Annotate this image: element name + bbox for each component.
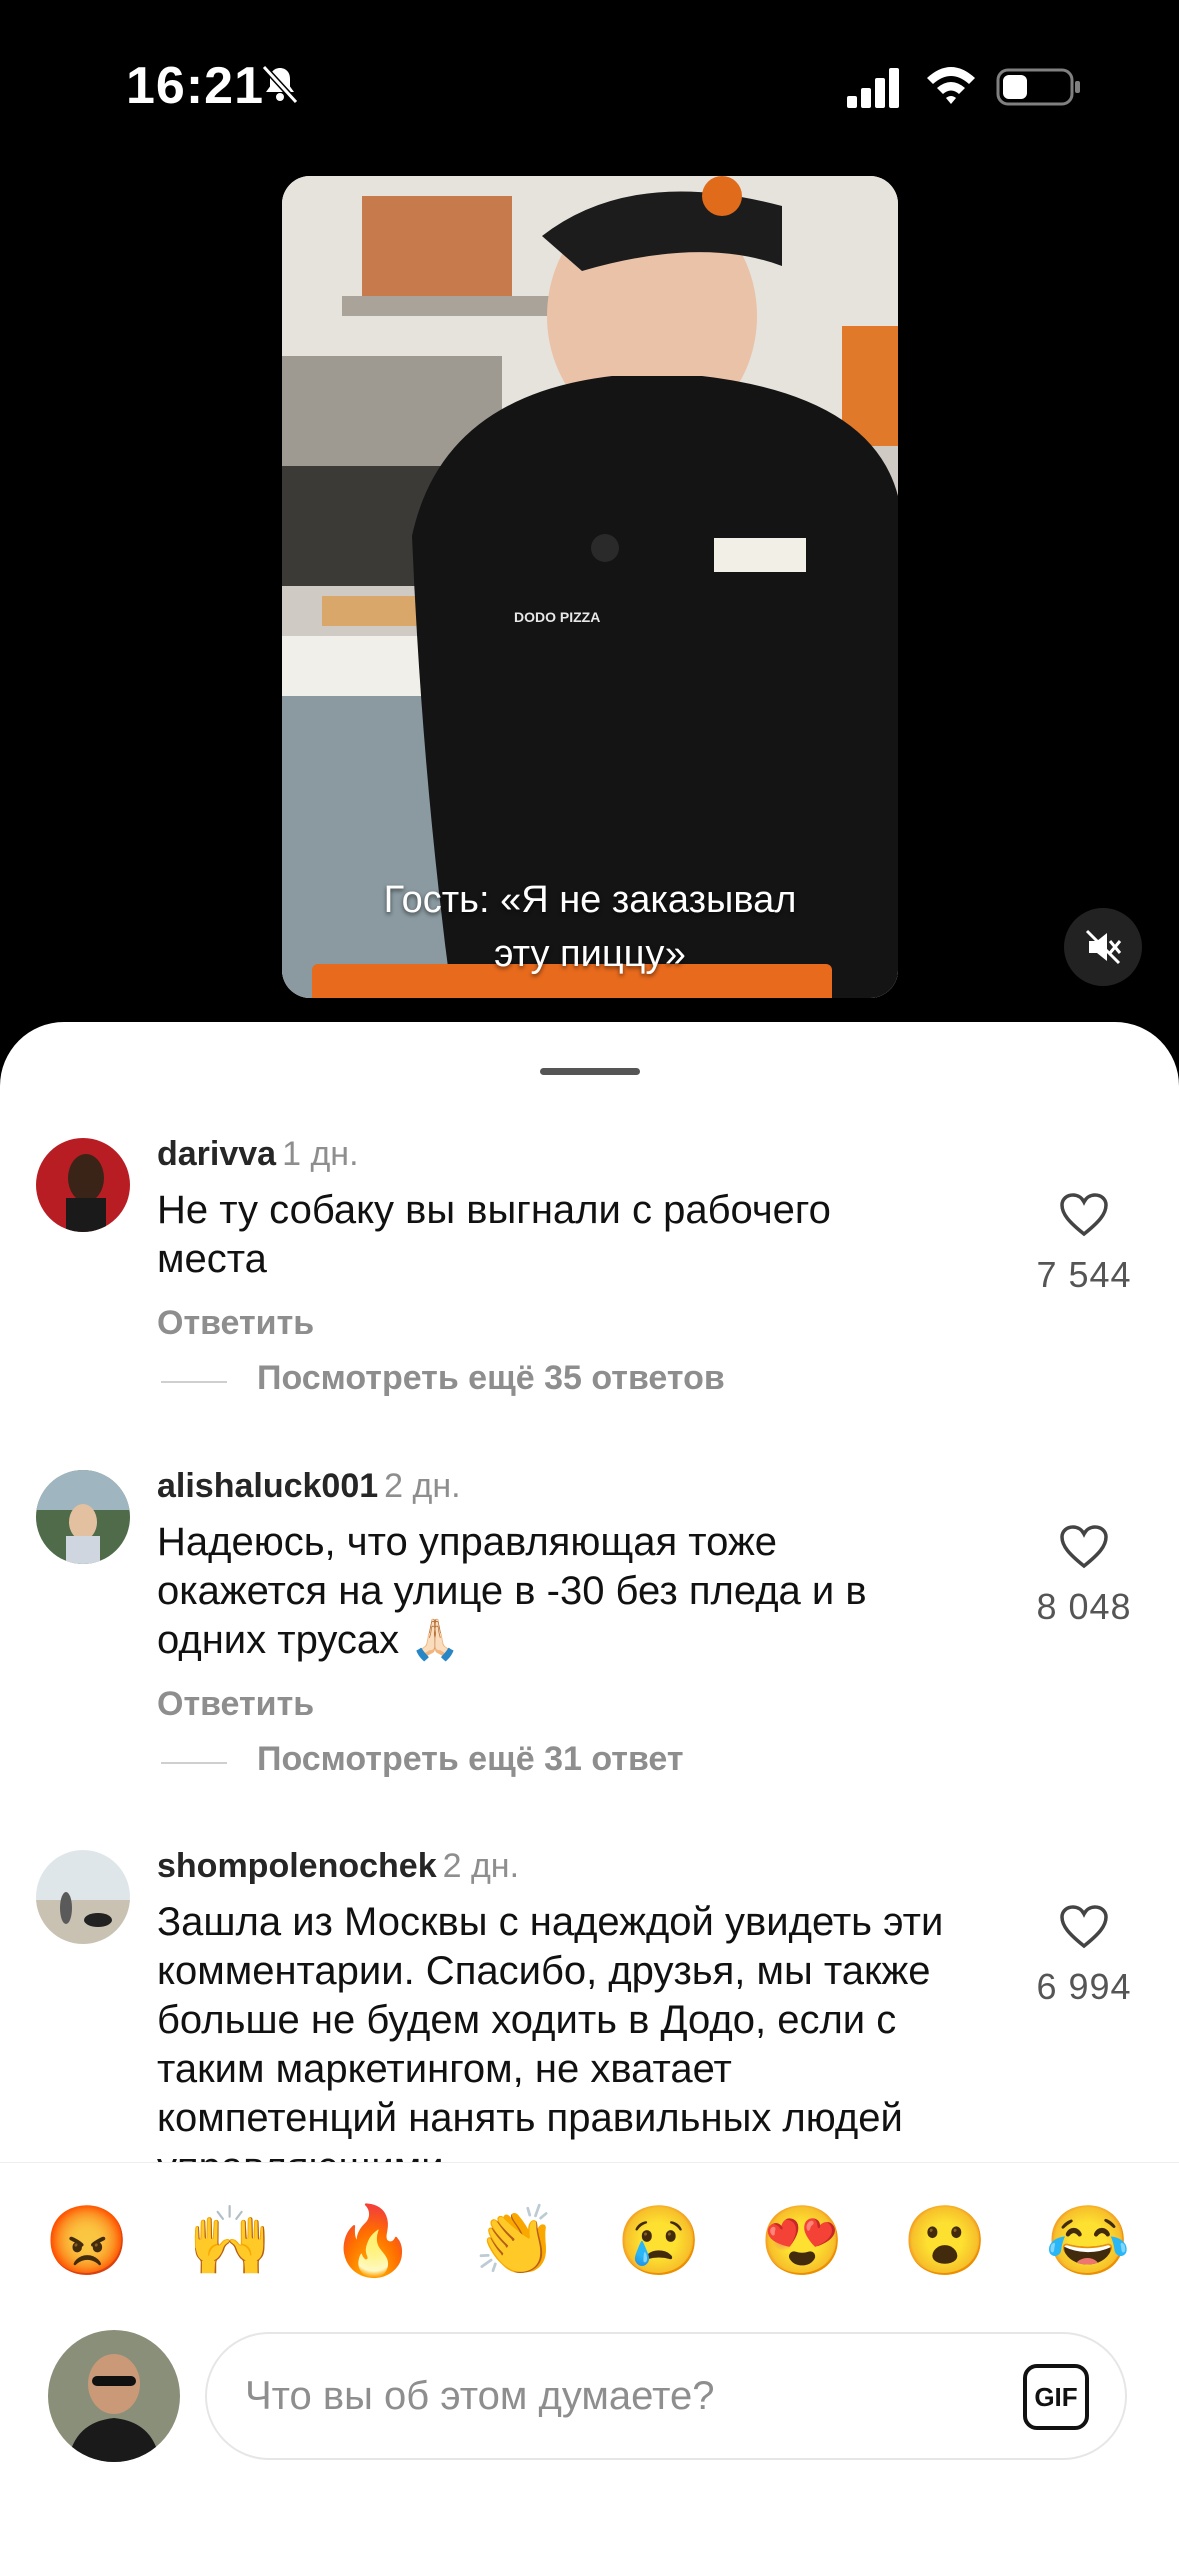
emoji-crying[interactable]: 😢	[614, 2201, 704, 2281]
heart-icon[interactable]	[1059, 1524, 1109, 1570]
like-count: 7 544	[1036, 1254, 1132, 1295]
comment-body: darivva 1 дн. Не ту собаку вы выгнали с р…	[157, 1132, 997, 1398]
comment-username[interactable]: shompolenochek	[157, 1847, 437, 1885]
view-more-replies-label: Посмотреть ещё 31 ответ	[257, 1740, 684, 1778]
avatar[interactable]	[36, 1138, 130, 1232]
video-caption: Гость: «Я не заказывал эту пиццу»	[282, 873, 898, 981]
comment-text: Зашла из Москвы с надеждой увидеть эти к…	[157, 1900, 944, 2162]
status-time: 16:21	[126, 57, 264, 115]
current-user-avatar[interactable]	[48, 2330, 180, 2462]
video-player[interactable]: DODO PIZZA Гость: «Я не заказывал эту пи…	[282, 176, 898, 998]
emoji-clapping[interactable]: 👏	[471, 2201, 561, 2281]
view-more-replies-label: Посмотреть ещё 35 ответов	[257, 1359, 725, 1397]
heart-icon[interactable]	[1059, 1192, 1109, 1238]
comments-sheet: darivva 1 дн. Не ту собаку вы выгнали с р…	[0, 1022, 1179, 2556]
comment-body: alishaluck001 2 дн. Надеюсь, что управляю…	[157, 1464, 997, 1779]
comment-time: 2 дн.	[384, 1467, 461, 1505]
emoji-angry[interactable]: 😡	[42, 2201, 132, 2281]
sheet-drag-handle[interactable]	[540, 1068, 640, 1075]
cellular-signal-icon	[847, 68, 899, 108]
comments-list[interactable]: darivva 1 дн. Не ту собаку вы выгнали с р…	[0, 1122, 1179, 2162]
emoji-fire[interactable]: 🔥	[328, 2201, 418, 2281]
like-group: 6 994	[1029, 1904, 1139, 2008]
speaker-muted-icon	[1085, 929, 1122, 965]
comment-body: shompolenochek 2 дн. Зашла из Москвы с на…	[157, 1844, 997, 2162]
reply-button[interactable]: Ответить	[157, 1685, 997, 1724]
caption-line-1: Гость: «Я не заказывал	[383, 879, 797, 921]
battery-icon	[996, 68, 1080, 106]
status-bar: 16:21	[0, 0, 1179, 170]
mute-button[interactable]	[1064, 908, 1142, 986]
gif-button[interactable]: GIF	[1023, 2364, 1089, 2430]
comment-text: Не ту собаку вы выгнали с рабочего места	[157, 1188, 831, 1281]
emoji-laughing[interactable]: 😂	[1043, 2201, 1133, 2281]
like-group: 8 048	[1029, 1524, 1139, 1628]
comment-username[interactable]: darivva	[157, 1135, 276, 1173]
shirt-text: DODO PIZZA	[514, 609, 600, 625]
comment-time: 2 дн.	[442, 1847, 520, 1885]
bell-muted-icon	[261, 64, 299, 105]
comment-input[interactable]: Что вы об этом думаете? GIF	[205, 2332, 1127, 2460]
emoji-raising-hands[interactable]: 🙌	[185, 2201, 275, 2281]
heart-icon[interactable]	[1059, 1904, 1109, 1950]
view-more-replies[interactable]: Посмотреть ещё 35 ответов	[157, 1359, 997, 1398]
comment-text: Надеюсь, что управляющая тоже окажется н…	[157, 1520, 867, 1662]
like-count: 8 048	[1036, 1586, 1132, 1627]
comment-composer: Что вы об этом думаете? GIF	[0, 2312, 1179, 2472]
emoji-heart-eyes[interactable]: 😍	[757, 2201, 847, 2281]
reply-button[interactable]: Ответить	[157, 1304, 997, 1343]
emoji-reaction-bar: 😡 🙌 🔥 👏 😢 😍 😮 😂	[0, 2162, 1179, 2313]
caption-line-2: эту пиццу»	[494, 933, 686, 975]
avatar[interactable]	[36, 1850, 130, 1944]
avatar[interactable]	[36, 1470, 130, 1564]
comment-username[interactable]: alishaluck001	[157, 1467, 378, 1505]
like-count: 6 994	[1036, 1966, 1132, 2007]
view-more-replies[interactable]: Посмотреть ещё 31 ответ	[157, 1740, 997, 1779]
emoji-surprised[interactable]: 😮	[900, 2201, 990, 2281]
wifi-icon	[927, 67, 975, 104]
comment-time: 1 дн.	[282, 1135, 359, 1173]
like-group: 7 544	[1029, 1192, 1139, 1296]
comment-input-placeholder: Что вы об этом думаете?	[245, 2374, 715, 2418]
